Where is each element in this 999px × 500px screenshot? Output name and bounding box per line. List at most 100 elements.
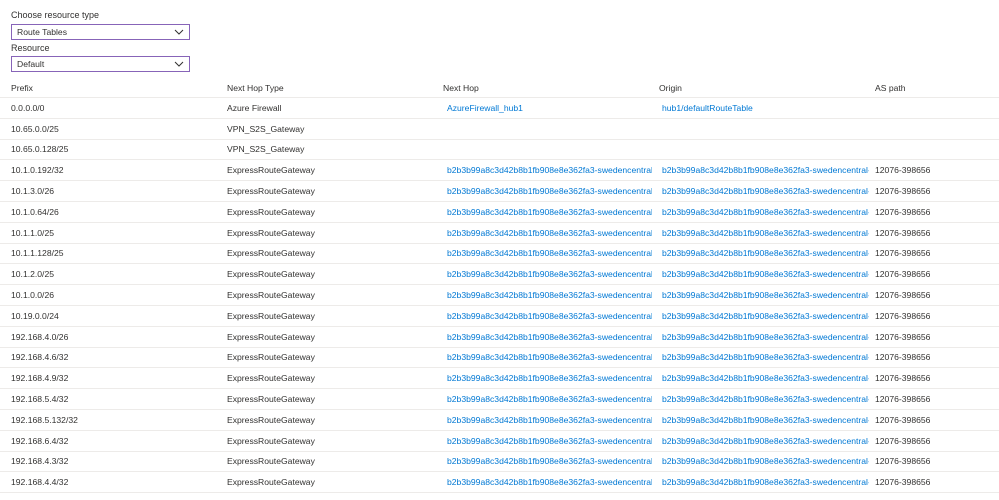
next-hop-link[interactable]: b2b3b99a8c3d42b8b1fb908e8e362fa3-swedenc… bbox=[447, 165, 652, 175]
as-path-cell: 12076-398656 bbox=[875, 414, 931, 425]
table-header: Prefix Next Hop Type Next Hop Origin AS … bbox=[0, 78, 999, 98]
next-hop-link[interactable]: b2b3b99a8c3d42b8b1fb908e8e362fa3-swedenc… bbox=[447, 332, 652, 342]
table-row[interactable]: 10.1.0.0/26 ExpressRouteGateway b2b3b99a8c… bbox=[0, 285, 999, 306]
column-header-next-hop[interactable]: Next Hop bbox=[443, 78, 648, 97]
table-row[interactable]: 192.168.5.132/32 ExpressRouteGateway b2b3b… bbox=[0, 410, 999, 431]
table-row[interactable]: 10.65.0.128/25 VPN_S2S_Gateway bbox=[0, 140, 999, 161]
as-path-cell: 12076-398656 bbox=[875, 244, 995, 264]
table-row[interactable]: 10.1.1.128/25 ExpressRouteGateway b2b3b99a… bbox=[0, 244, 999, 265]
next-hop-link[interactable]: b2b3b99a8c3d42b8b1fb908e8e362fa3-swedenc… bbox=[447, 477, 652, 487]
table-row[interactable]: 192.168.4.3/32 ExpressRouteGateway b2b3b99… bbox=[0, 452, 999, 473]
resource-dropdown[interactable]: Default bbox=[11, 56, 190, 72]
table-row[interactable]: 192.168.4.9/32 ExpressRouteGateway b2b3b99… bbox=[0, 368, 999, 390]
resource-type-dropdown[interactable]: Route Tables bbox=[11, 24, 190, 40]
next-hop-link[interactable]: b2b3b99a8c3d42b8b1fb908e8e362fa3-swedenc… bbox=[447, 207, 652, 217]
next-hop-link[interactable]: b2b3b99a8c3d42b8b1fb908e8e362fa3-swedenc… bbox=[447, 436, 652, 446]
origin-link[interactable]: b2b3b99a8c3d42b8b1fb908e8e362fa3-swedenc… bbox=[662, 456, 869, 466]
origin-cell: b2b3b99a8c3d42b8b1fb908e8e362fa3-swedenc… bbox=[662, 264, 869, 284]
column-header-origin[interactable]: Origin bbox=[659, 78, 866, 97]
as-path-cell: 12076-398656 bbox=[875, 348, 995, 368]
next-hop-link[interactable]: b2b3b99a8c3d42b8b1fb908e8e362fa3-swedenc… bbox=[447, 269, 652, 279]
as-path-cell: 12076-398656 bbox=[875, 223, 995, 243]
prefix-cell: 0.0.0.0/0 bbox=[11, 102, 45, 113]
next-hop-link[interactable]: b2b3b99a8c3d42b8b1fb908e8e362fa3-swedenc… bbox=[447, 311, 652, 321]
origin-link[interactable]: b2b3b99a8c3d42b8b1fb908e8e362fa3-swedenc… bbox=[662, 186, 869, 196]
prefix-cell: 10.1.1.128/25 bbox=[11, 248, 64, 259]
next-hop-link[interactable]: b2b3b99a8c3d42b8b1fb908e8e362fa3-swedenc… bbox=[447, 352, 652, 362]
prefix-cell: 10.1.3.0/26 bbox=[11, 186, 55, 197]
next-hop-link[interactable]: b2b3b99a8c3d42b8b1fb908e8e362fa3-swedenc… bbox=[447, 456, 652, 466]
table-row[interactable]: 10.19.0.0/24 ExpressRouteGateway b2b3b99a8… bbox=[0, 306, 999, 327]
next-hop-type-cell: ExpressRouteGateway bbox=[227, 202, 427, 222]
next-hop-link[interactable]: b2b3b99a8c3d42b8b1fb908e8e362fa3-swedenc… bbox=[447, 186, 652, 196]
table-row[interactable]: 0.0.0.0/0 Azure Firewall AzureFirewall_hub… bbox=[0, 98, 999, 119]
table-row[interactable]: 10.1.0.192/32 ExpressRouteGateway b2b3b99a… bbox=[0, 160, 999, 182]
as-path-cell: 12076-398656 bbox=[875, 472, 995, 492]
origin-link[interactable]: b2b3b99a8c3d42b8b1fb908e8e362fa3-swedenc… bbox=[662, 373, 869, 383]
table-row[interactable]: 192.168.4.6/32 ExpressRouteGateway b2b3b99… bbox=[0, 348, 999, 369]
prefix-cell: 192.168.4.6/32 bbox=[11, 352, 69, 363]
origin-cell bbox=[662, 140, 869, 160]
next-hop-link[interactable]: b2b3b99a8c3d42b8b1fb908e8e362fa3-swedenc… bbox=[447, 373, 652, 383]
table-row[interactable]: 10.1.3.0/26 ExpressRouteGateway b2b3b99a8c… bbox=[0, 181, 999, 202]
table-row[interactable]: 192.168.4.4/32 ExpressRouteGateway b2b3b99… bbox=[0, 472, 999, 494]
next-hop-link[interactable]: b2b3b99a8c3d42b8b1fb908e8e362fa3-swedenc… bbox=[447, 248, 652, 258]
next-hop-type-cell: ExpressRouteGateway bbox=[227, 389, 427, 409]
next-hop-cell: b2b3b99a8c3d42b8b1fb908e8e362fa3-swedenc… bbox=[447, 410, 652, 430]
column-header-as-path[interactable]: AS path bbox=[875, 78, 995, 97]
as-path-cell: 12076-398656 bbox=[875, 352, 931, 363]
table-row[interactable]: 10.1.0.64/26 ExpressRouteGateway b2b3b99a8… bbox=[0, 202, 999, 223]
next-hop-type-cell: ExpressRouteGateway bbox=[227, 227, 315, 238]
origin-cell: b2b3b99a8c3d42b8b1fb908e8e362fa3-swedenc… bbox=[662, 285, 869, 305]
origin-link[interactable]: b2b3b99a8c3d42b8b1fb908e8e362fa3-swedenc… bbox=[662, 477, 869, 487]
next-hop-type-cell: ExpressRouteGateway bbox=[227, 244, 427, 264]
as-path-cell bbox=[875, 140, 995, 160]
origin-link[interactable]: b2b3b99a8c3d42b8b1fb908e8e362fa3-swedenc… bbox=[662, 165, 869, 175]
table-row[interactable]: 10.1.1.0/25 ExpressRouteGateway b2b3b99a8c… bbox=[0, 223, 999, 244]
prefix-cell: 192.168.4.3/32 bbox=[11, 456, 69, 467]
origin-cell: b2b3b99a8c3d42b8b1fb908e8e362fa3-swedenc… bbox=[662, 223, 869, 243]
column-header-prefix[interactable]: Prefix bbox=[11, 78, 211, 97]
next-hop-type-cell: ExpressRouteGateway bbox=[227, 373, 315, 384]
origin-link[interactable]: b2b3b99a8c3d42b8b1fb908e8e362fa3-swedenc… bbox=[662, 248, 869, 258]
column-header-next-hop-type[interactable]: Next Hop Type bbox=[227, 78, 427, 97]
prefix-cell: 10.65.0.0/25 bbox=[11, 119, 211, 139]
next-hop-cell: AzureFirewall_hub1 bbox=[447, 98, 652, 118]
next-hop-cell: b2b3b99a8c3d42b8b1fb908e8e362fa3-swedenc… bbox=[447, 368, 652, 388]
origin-link[interactable]: b2b3b99a8c3d42b8b1fb908e8e362fa3-swedenc… bbox=[662, 415, 869, 425]
origin-link[interactable]: b2b3b99a8c3d42b8b1fb908e8e362fa3-swedenc… bbox=[662, 290, 869, 300]
origin-cell: b2b3b99a8c3d42b8b1fb908e8e362fa3-swedenc… bbox=[662, 389, 869, 409]
resource-label: Resource bbox=[11, 43, 50, 53]
origin-link[interactable]: b2b3b99a8c3d42b8b1fb908e8e362fa3-swedenc… bbox=[662, 228, 869, 238]
next-hop-link[interactable]: b2b3b99a8c3d42b8b1fb908e8e362fa3-swedenc… bbox=[447, 415, 652, 425]
next-hop-cell bbox=[447, 140, 652, 160]
origin-link[interactable]: hub1/defaultRouteTable bbox=[662, 103, 753, 113]
prefix-cell: 10.1.0.64/26 bbox=[11, 202, 211, 222]
origin-link[interactable]: b2b3b99a8c3d42b8b1fb908e8e362fa3-swedenc… bbox=[662, 311, 869, 321]
table-row[interactable]: 192.168.6.4/32 ExpressRouteGateway b2b3b99… bbox=[0, 431, 999, 452]
table-row[interactable]: 192.168.5.4/32 ExpressRouteGateway b2b3b99… bbox=[0, 389, 999, 410]
next-hop-type-cell: ExpressRouteGateway bbox=[227, 472, 427, 492]
table-row[interactable]: 192.168.4.0/26 ExpressRouteGateway b2b3b99… bbox=[0, 327, 999, 348]
origin-cell: b2b3b99a8c3d42b8b1fb908e8e362fa3-swedenc… bbox=[662, 410, 869, 430]
origin-cell: b2b3b99a8c3d42b8b1fb908e8e362fa3-swedenc… bbox=[662, 202, 869, 222]
next-hop-link[interactable]: b2b3b99a8c3d42b8b1fb908e8e362fa3-swedenc… bbox=[447, 394, 652, 404]
origin-link[interactable]: b2b3b99a8c3d42b8b1fb908e8e362fa3-swedenc… bbox=[662, 352, 869, 362]
next-hop-cell: b2b3b99a8c3d42b8b1fb908e8e362fa3-swedenc… bbox=[447, 202, 652, 222]
origin-link[interactable]: b2b3b99a8c3d42b8b1fb908e8e362fa3-swedenc… bbox=[662, 436, 869, 446]
table-row[interactable]: 10.1.2.0/25 ExpressRouteGateway b2b3b99a8c… bbox=[0, 264, 999, 286]
origin-link[interactable]: b2b3b99a8c3d42b8b1fb908e8e362fa3-swedenc… bbox=[662, 207, 869, 217]
prefix-cell: 10.1.3.0/26 bbox=[11, 181, 211, 201]
next-hop-link[interactable]: AzureFirewall_hub1 bbox=[447, 103, 523, 113]
next-hop-cell: b2b3b99a8c3d42b8b1fb908e8e362fa3-swedenc… bbox=[447, 452, 652, 472]
next-hop-cell: b2b3b99a8c3d42b8b1fb908e8e362fa3-swedenc… bbox=[447, 327, 652, 347]
as-path-cell bbox=[875, 119, 995, 139]
table-row[interactable]: 10.65.0.0/25 VPN_S2S_Gateway bbox=[0, 119, 999, 140]
as-path-cell: 12076-398656 bbox=[875, 394, 931, 405]
origin-cell: b2b3b99a8c3d42b8b1fb908e8e362fa3-swedenc… bbox=[662, 181, 869, 201]
origin-link[interactable]: b2b3b99a8c3d42b8b1fb908e8e362fa3-swedenc… bbox=[662, 332, 869, 342]
origin-link[interactable]: b2b3b99a8c3d42b8b1fb908e8e362fa3-swedenc… bbox=[662, 394, 869, 404]
origin-link[interactable]: b2b3b99a8c3d42b8b1fb908e8e362fa3-swedenc… bbox=[662, 269, 869, 279]
next-hop-link[interactable]: b2b3b99a8c3d42b8b1fb908e8e362fa3-swedenc… bbox=[447, 228, 652, 238]
next-hop-link[interactable]: b2b3b99a8c3d42b8b1fb908e8e362fa3-swedenc… bbox=[447, 290, 652, 300]
